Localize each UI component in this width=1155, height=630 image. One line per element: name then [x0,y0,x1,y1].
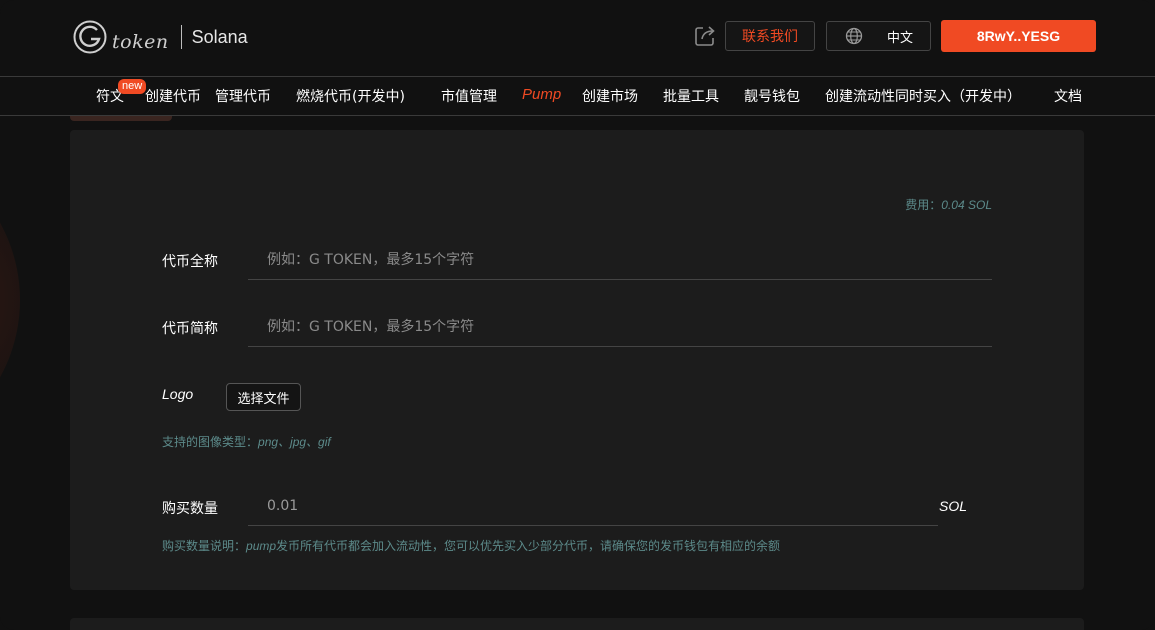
nav-item-pump[interactable]: Pump [522,86,561,103]
nav-item-liquidity-buy[interactable]: 创建流动性同时买入（开发中） [825,86,1021,106]
pump-form-card: 费用：0.04 SOL 代币全称 代币简称 Logo 选择文件 支持的图像类型：… [70,130,1084,590]
language-selector[interactable]: 中文 [826,21,931,51]
contact-us-button[interactable]: 联系我们 [725,21,815,51]
image-type-hint: 支持的图像类型：png、jpg、gif [162,433,331,450]
token-name-input[interactable] [248,240,992,279]
tab-indicator [70,116,172,121]
nav-item-market-cap[interactable]: 市值管理 [441,86,497,106]
token-symbol-input[interactable] [248,307,992,346]
language-label: 中文 [887,30,914,46]
fee-label: 费用： [905,198,942,212]
token-symbol-label: 代币简称 [162,321,218,337]
buy-amount-input[interactable] [248,486,938,525]
wallet-button[interactable]: 8RwY..YESG [941,20,1096,52]
logo-text: token [112,31,169,53]
amount-hint-text: 发币所有代币都会加入流动性，您可以优先买入少部分代币，请确保您的发币钱包有相应的… [276,539,781,553]
buy-amount-hint: 购买数量说明：pump发币所有代币都会加入流动性，您可以优先买入少部分代币，请确… [162,537,780,554]
next-card [70,618,1084,630]
amount-hint-label: 购买数量说明： [162,539,247,553]
image-hint-types: png、jpg、gif [258,435,331,449]
amount-hint-pump: pump [246,539,277,553]
logo-label: Logo [162,386,194,402]
nav-item-create-market[interactable]: 创建市场 [582,86,638,106]
brand-logo[interactable]: token Solana [72,18,248,56]
token-name-label: 代币全称 [162,254,218,270]
main-nav: 符文 new 创建代币 管理代币 燃烧代币(开发中) 市值管理 Pump 创建市… [0,77,1155,116]
globe-icon [845,27,863,45]
nav-item-batch-tools[interactable]: 批量工具 [663,86,719,106]
buy-amount-label: 购买数量 [162,501,218,517]
fee-value: 0.04 SOL [941,198,992,212]
new-badge: new [118,79,147,94]
fee-info: 费用：0.04 SOL [905,196,992,213]
app-window: token Solana 联系我们 中文 8RwY..YESG 符文 new 创… [0,0,1155,630]
share-icon[interactable] [694,25,716,47]
choose-file-button[interactable]: 选择文件 [226,383,301,411]
top-header: token Solana 联系我们 中文 8RwY..YESG [0,0,1155,77]
buy-amount-field[interactable] [248,486,938,526]
chain-label: Solana [191,26,248,47]
token-symbol-field[interactable] [248,307,992,347]
image-hint-label: 支持的图像类型： [162,435,259,449]
nav-item-create-token[interactable]: 创建代币 [145,86,201,106]
buy-amount-unit: SOL [939,498,968,514]
nav-item-vanity-wallet[interactable]: 靓号钱包 [744,86,800,106]
token-name-field[interactable] [248,240,992,280]
nav-item-burn-token[interactable]: 燃烧代币(开发中) [296,86,405,106]
g-logo-icon [73,20,107,54]
nav-item-docs[interactable]: 文档 [1054,86,1082,106]
logo-divider [180,25,182,49]
nav-item-manage-token[interactable]: 管理代币 [215,86,271,106]
background-glow [0,140,20,460]
